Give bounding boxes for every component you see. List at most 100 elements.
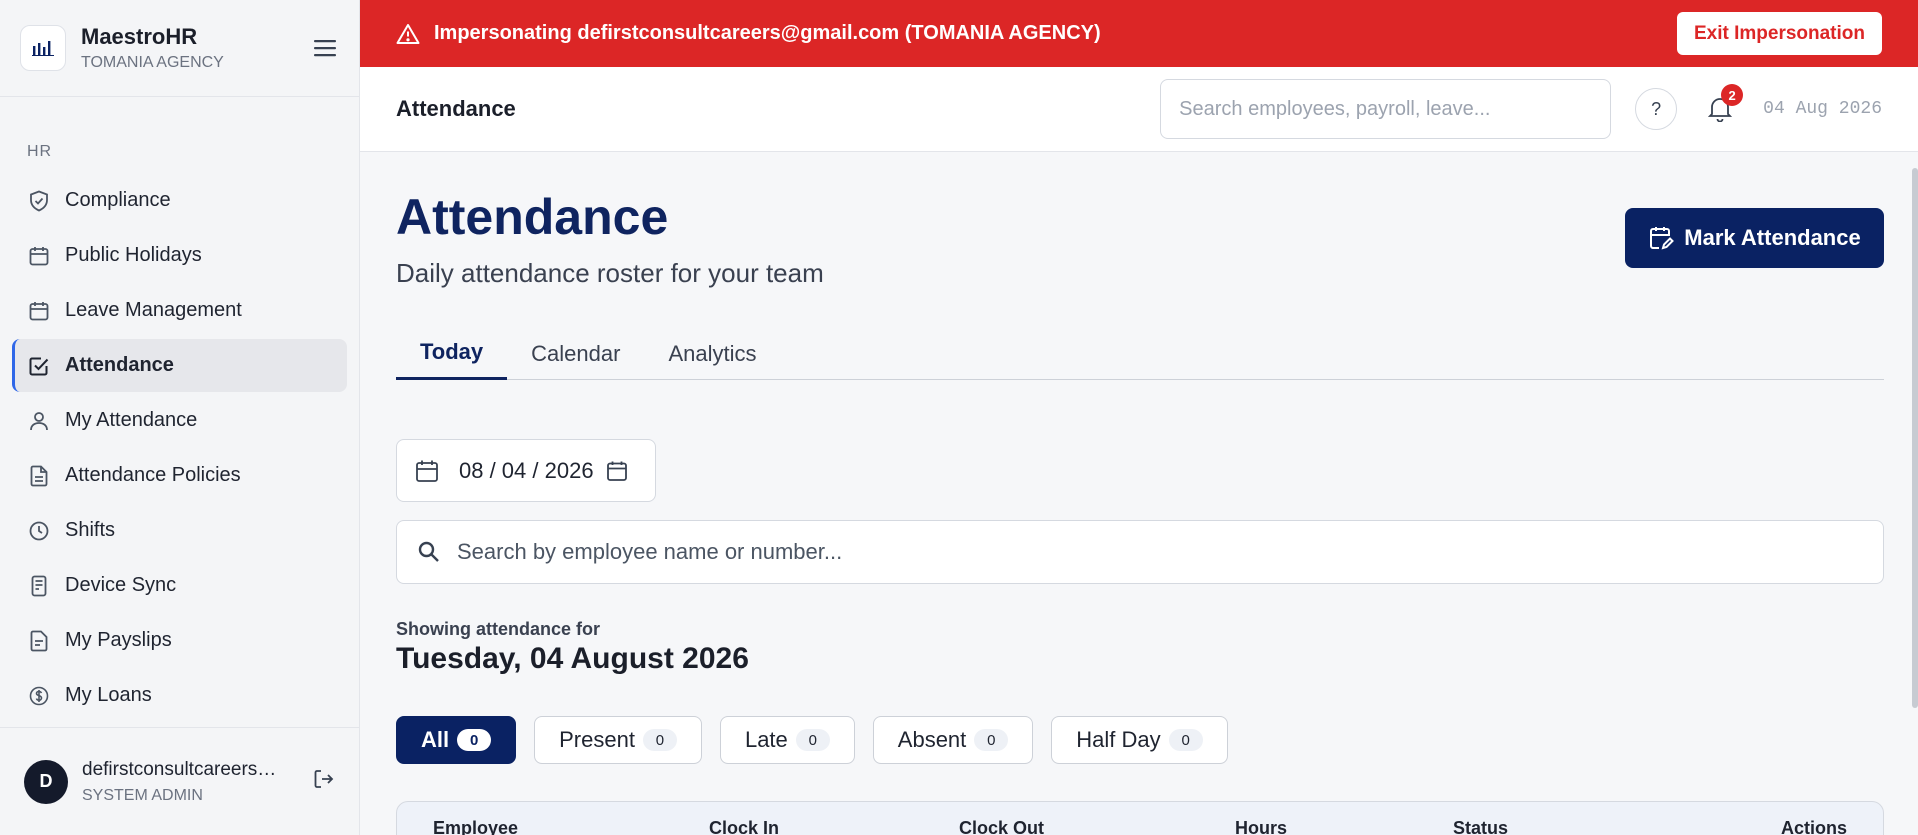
user-icon (27, 409, 51, 433)
showing-label: Showing attendance for (396, 619, 601, 639)
main-content: Attendance Daily attendance roster for y… (396, 152, 1884, 835)
employee-search-box (396, 520, 1884, 584)
device-icon (27, 574, 51, 598)
avatar[interactable]: D (24, 759, 68, 804)
logout-icon (314, 770, 334, 788)
filter-late[interactable]: Late 0 (719, 716, 855, 764)
column-header-clock-out[interactable]: Clock Out (959, 818, 1044, 835)
calendar-icon (27, 299, 51, 323)
calendar-edit-icon (1648, 225, 1675, 251)
sidebar-item-label: Attendance Policies (65, 464, 241, 486)
column-header-clock-in[interactable]: Clock In (709, 818, 779, 835)
filter-label: Late (744, 727, 788, 752)
mark-attendance-label: Mark Attendance (1684, 225, 1861, 250)
global-search-input[interactable] (1160, 79, 1612, 139)
filter-count: 0 (974, 729, 1009, 751)
sidebar-item-device-sync[interactable]: Device Sync (12, 559, 347, 612)
dollar-circle-icon (27, 684, 51, 708)
warning-icon (396, 23, 420, 44)
sidebar-item-shifts[interactable]: Shifts (12, 504, 347, 557)
sidebar-item-my-loans[interactable]: My Loans (12, 669, 347, 722)
filter-absent[interactable]: Absent 0 (872, 716, 1034, 764)
calendar-icon (27, 244, 51, 268)
search-icon (418, 541, 439, 562)
checkbox-icon (27, 354, 51, 378)
calendar-icon (416, 460, 438, 482)
filter-count: 0 (1168, 729, 1203, 751)
sidebar: MaestroHR TOMANIA AGENCY HR Compliance P… (0, 0, 360, 835)
sidebar-item-label: Leave Management (65, 299, 242, 321)
brand-logo (20, 25, 66, 71)
menu-toggle-button[interactable] (311, 34, 339, 62)
exit-impersonation-button[interactable]: Exit Impersonation (1676, 12, 1882, 55)
sidebar-item-label: My Attendance (65, 409, 198, 431)
header-title: Attendance (396, 96, 516, 121)
date-picker[interactable]: 08 / 04 / 2026 (396, 439, 656, 502)
user-email: defirstconsultcareers@gmail.com (82, 758, 292, 780)
sidebar-item-label: My Payslips (65, 629, 172, 651)
tab-bar: Today Calendar Analytics (396, 327, 1884, 380)
filter-half-day[interactable]: Half Day 0 (1051, 716, 1228, 764)
brand-header: MaestroHR TOMANIA AGENCY (0, 0, 359, 97)
brand-organization: TOMANIA AGENCY (81, 54, 224, 71)
bar-chart-icon (32, 41, 54, 56)
sidebar-item-label: Shifts (65, 519, 116, 541)
filter-label: Absent (897, 727, 967, 752)
main-scrollbar[interactable] (1912, 168, 1918, 708)
date-picker-value[interactable]: 08 / 04 / 2026 (459, 458, 594, 484)
filter-present[interactable]: Present 0 (534, 716, 702, 764)
column-header-hours[interactable]: Hours (1235, 818, 1287, 835)
sidebar-nav: Compliance Public Holidays Leave Managem… (12, 174, 347, 724)
column-header-status[interactable]: Status (1453, 818, 1508, 835)
mark-attendance-button[interactable]: Mark Attendance (1625, 208, 1884, 268)
hamburger-icon (314, 40, 336, 57)
help-button[interactable]: ? (1635, 88, 1678, 130)
filter-all[interactable]: All 0 (396, 716, 517, 764)
shield-check-icon (27, 189, 51, 213)
calendar-picker-icon[interactable] (606, 460, 628, 482)
column-header-actions: Actions (1780, 818, 1847, 835)
sidebar-item-public-holidays[interactable]: Public Holidays (12, 229, 347, 282)
filter-label: Half Day (1076, 727, 1161, 752)
nav-section-label: HR (27, 143, 53, 160)
tab-analytics[interactable]: Analytics (644, 327, 780, 380)
tab-today[interactable]: Today (396, 327, 508, 380)
impersonation-banner: Impersonating defirstconsultcareers@gmai… (360, 0, 1918, 67)
sidebar-item-label: My Loans (65, 684, 152, 706)
user-profile: D defirstconsultcareers@gmail.com SYSTEM… (0, 727, 359, 835)
filter-label: All (421, 727, 450, 752)
notifications-button[interactable]: 2 (1703, 84, 1744, 126)
filter-count: 0 (795, 729, 830, 751)
tab-calendar[interactable]: Calendar (507, 327, 644, 380)
brand-name: MaestroHR (81, 24, 198, 49)
document-icon (27, 464, 51, 488)
logout-button[interactable] (313, 768, 335, 795)
sidebar-item-attendance-policies[interactable]: Attendance Policies (12, 449, 347, 502)
sidebar-item-attendance[interactable]: Attendance (12, 339, 347, 392)
notification-badge: 2 (1721, 84, 1744, 106)
user-role: SYSTEM ADMIN (82, 786, 203, 804)
top-header: Attendance ? 2 04 Aug 2026 (360, 67, 1918, 152)
employee-search-input[interactable] (457, 539, 1863, 565)
sidebar-item-leave-management[interactable]: Leave Management (12, 284, 347, 337)
clock-icon (27, 519, 51, 543)
filter-count: 0 (457, 729, 492, 751)
filter-count: 0 (642, 729, 677, 751)
column-header-employee[interactable]: Employee (433, 818, 518, 835)
page-title: Attendance (396, 189, 669, 245)
sidebar-item-my-attendance[interactable]: My Attendance (12, 394, 347, 447)
sidebar-item-label: Public Holidays (65, 244, 202, 266)
page-subtitle: Daily attendance roster for your team (396, 258, 824, 288)
sidebar-item-compliance[interactable]: Compliance (12, 174, 347, 227)
sidebar-item-label: Compliance (65, 189, 171, 211)
attendance-table-header: Employee Clock In Clock Out Hours Status… (396, 801, 1884, 835)
current-date: 04 Aug 2026 (1763, 99, 1882, 119)
status-filters: All 0 Present 0 Late 0 Absent 0 Half Day… (396, 716, 1246, 764)
receipt-icon (27, 629, 51, 653)
filter-label: Present (559, 727, 635, 752)
impersonation-text: Impersonating defirstconsultcareers@gmai… (434, 22, 1101, 44)
sidebar-item-label: Attendance (65, 354, 174, 376)
showing-date: Tuesday, 04 August 2026 (396, 642, 749, 675)
sidebar-item-my-payslips[interactable]: My Payslips (12, 614, 347, 667)
sidebar-item-label: Device Sync (65, 574, 177, 596)
